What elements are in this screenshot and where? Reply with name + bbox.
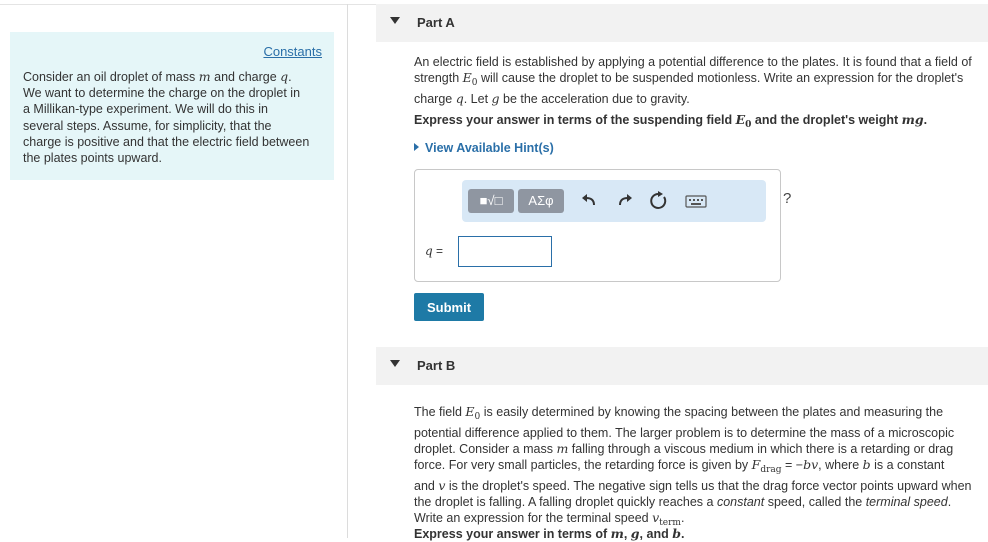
intro-line: charge is positive and that the electric… <box>23 134 310 149</box>
column-divider <box>347 4 348 538</box>
part-a-header[interactable]: Part A <box>376 4 988 42</box>
intro-line: We want to determine the charge on the d… <box>23 86 301 101</box>
reset-icon[interactable] <box>648 190 670 212</box>
part-a-question: An electric field is established by appl… <box>414 55 972 106</box>
math-toolbar: ■√□ ΑΣφ ? <box>462 180 791 222</box>
part-b-title: Part B <box>417 358 456 373</box>
intro-line: a Millikan-type experiment. We will do t… <box>23 102 269 117</box>
collapse-caret-icon[interactable] <box>390 17 400 24</box>
submit-button[interactable]: Submit <box>414 293 484 321</box>
answer-label: q = <box>425 244 444 258</box>
keyboard-icon[interactable] <box>684 190 708 212</box>
intro-line: several steps. Assume, for simplicity, t… <box>23 118 272 133</box>
collapse-caret-icon[interactable] <box>390 360 400 367</box>
constants-link[interactable]: Constants <box>23 44 322 59</box>
part-b-instructions: Express your answer in terms of m, g, an… <box>414 526 685 541</box>
undo-icon[interactable] <box>579 190 601 212</box>
constants-panel: Constants Consider an oil droplet of mas… <box>10 32 334 180</box>
answer-input[interactable] <box>458 236 552 267</box>
expand-triangle-icon <box>414 143 419 151</box>
problem-intro: Consider an oil droplet of mass m and ch… <box>23 69 322 166</box>
intro-line: Consider an oil droplet of mass m and ch… <box>23 69 292 84</box>
part-b-question: The field E0 is easily determined by kno… <box>414 404 972 528</box>
answer-panel: ■√□ ΑΣφ ? q = <box>414 169 791 282</box>
redo-icon[interactable] <box>613 190 635 212</box>
part-b-header[interactable]: Part B <box>376 347 988 385</box>
symbols-button[interactable]: ΑΣφ <box>518 189 564 213</box>
part-a-title: Part A <box>417 15 455 30</box>
help-button[interactable]: ? <box>783 190 791 207</box>
intro-line: the plates points upward. <box>23 151 162 166</box>
templates-button[interactable]: ■√□ <box>468 189 514 213</box>
part-a-instructions: Express your answer in terms of the susp… <box>414 112 928 130</box>
view-hints-link[interactable]: View Available Hint(s) <box>414 141 554 155</box>
